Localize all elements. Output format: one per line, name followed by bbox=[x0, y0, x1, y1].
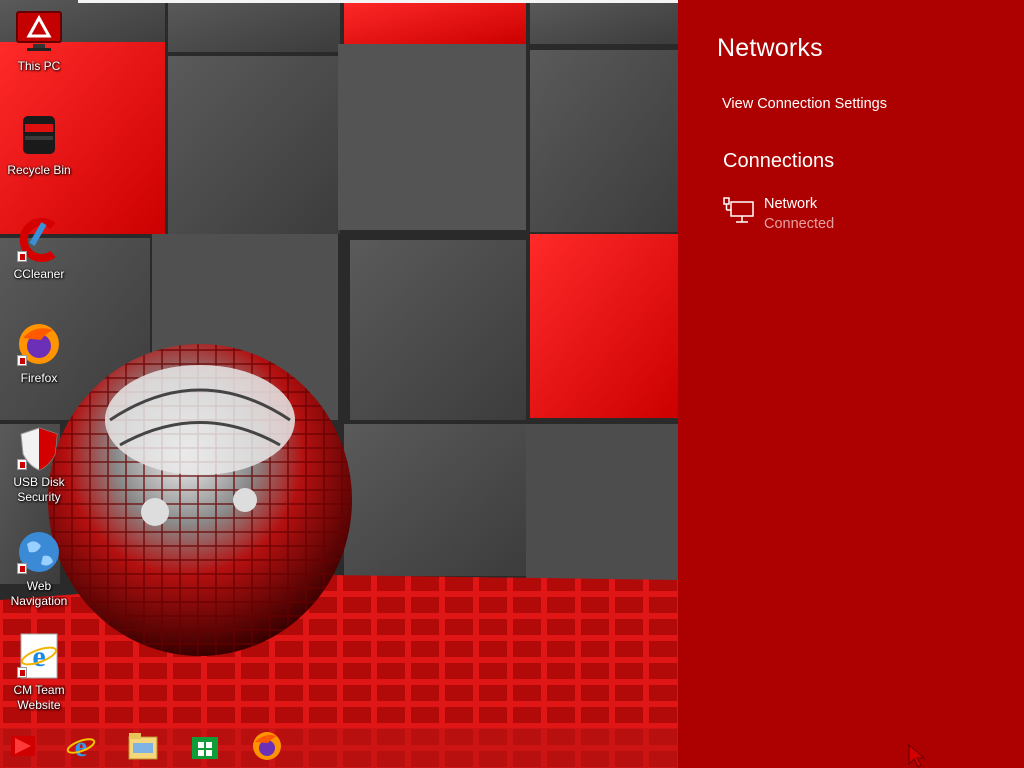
desktop-icon-label: CM Team Website bbox=[13, 683, 65, 712]
networks-panel: Networks View Connection Settings Connec… bbox=[678, 0, 1024, 768]
globe-icon bbox=[15, 528, 63, 576]
desktop-icon-label: Web Navigation bbox=[10, 579, 68, 608]
internet-explorer-icon: e bbox=[65, 730, 97, 767]
desktop-icon-cm-team-website[interactable]: e CM Team Website bbox=[0, 632, 78, 713]
desktop-icon-ccleaner[interactable]: CCleaner bbox=[0, 216, 78, 282]
firefox-icon bbox=[251, 730, 283, 767]
store-icon bbox=[190, 731, 220, 766]
shortcut-arrow-icon bbox=[17, 459, 27, 470]
desktop-icon-recycle-bin[interactable]: Recycle Bin bbox=[0, 112, 78, 178]
shortcut-arrow-icon bbox=[17, 563, 27, 574]
desktop-icon-firefox[interactable]: Firefox bbox=[0, 320, 78, 386]
ethernet-icon bbox=[723, 196, 755, 233]
desktop-icon-label: This PC bbox=[17, 59, 61, 73]
firefox-icon bbox=[15, 320, 63, 368]
ccleaner-icon bbox=[15, 216, 63, 264]
taskbar-firefox[interactable] bbox=[250, 731, 284, 765]
monitor-icon bbox=[15, 8, 63, 56]
connection-status: Connected bbox=[764, 216, 835, 232]
svg-text:e: e bbox=[75, 732, 87, 762]
taskbar-store[interactable] bbox=[188, 731, 222, 765]
panel-title: Networks bbox=[717, 34, 823, 62]
connections-heading: Connections bbox=[723, 150, 835, 172]
desktop-icon-label: CCleaner bbox=[13, 267, 65, 281]
desktop-icon-label: Firefox bbox=[20, 371, 58, 385]
file-explorer-icon bbox=[127, 731, 159, 766]
start-button[interactable] bbox=[6, 731, 40, 765]
mouse-cursor-icon bbox=[908, 743, 926, 768]
desktop-icon-label: USB Disk Security bbox=[13, 475, 65, 504]
shortcut-arrow-icon bbox=[17, 667, 27, 678]
desktop-icon-usb-disk-security[interactable]: USB Disk Security bbox=[0, 424, 78, 505]
shortcut-arrow-icon bbox=[17, 251, 27, 262]
network-connection-item[interactable]: Network Connected bbox=[723, 194, 983, 236]
internet-explorer-icon: e bbox=[15, 632, 63, 680]
desktop-icon-web-navigation[interactable]: Web Navigation bbox=[0, 528, 78, 609]
desktop-icon-label: Recycle Bin bbox=[7, 163, 71, 177]
connection-name: Network bbox=[764, 196, 818, 212]
desktop-icon-this-pc[interactable]: This PC bbox=[0, 8, 78, 74]
view-connection-settings-link[interactable]: View Connection Settings bbox=[722, 96, 887, 112]
taskbar-internet-explorer[interactable]: e bbox=[64, 731, 98, 765]
shield-icon bbox=[15, 424, 63, 472]
shortcut-arrow-icon bbox=[17, 355, 27, 366]
taskbar-file-explorer[interactable] bbox=[126, 731, 160, 765]
svg-text:e: e bbox=[32, 640, 45, 673]
recycle-bin-icon bbox=[15, 112, 63, 160]
taskbar: e bbox=[0, 728, 678, 768]
start-icon bbox=[9, 732, 37, 765]
